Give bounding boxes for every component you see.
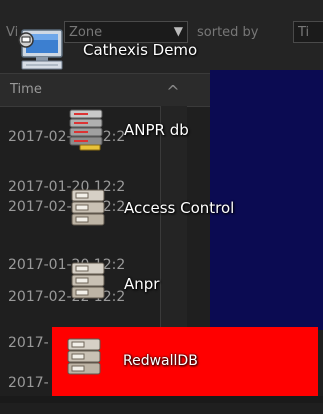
bottom-strip bbox=[0, 396, 323, 403]
time-column-header[interactable]: Time bbox=[10, 82, 42, 97]
menu-item-label: ANPR db bbox=[124, 121, 189, 139]
menu-item-label: RedwallDB bbox=[123, 353, 198, 369]
menu-item-anpr-db[interactable]: ANPR db bbox=[0, 108, 323, 151]
menu-item-label: Anpr bbox=[124, 275, 160, 293]
menu-item-cathexis-demo[interactable]: Cathexis Demo bbox=[0, 28, 323, 70]
database-server-icon bbox=[66, 108, 110, 156]
menu-item-anpr[interactable]: Anpr bbox=[0, 262, 323, 304]
scroll-up-icon[interactable]: ^ bbox=[160, 80, 186, 106]
computer-icon bbox=[16, 26, 68, 76]
menu-item-label: Cathexis Demo bbox=[83, 41, 198, 59]
menu-item-label: Access Control bbox=[124, 199, 235, 217]
menu-item-redwalldb[interactable]: RedwallDB bbox=[0, 338, 323, 380]
server-icon bbox=[66, 187, 110, 233]
server-icon bbox=[66, 260, 110, 306]
server-icon bbox=[62, 336, 106, 382]
menu-item-access-control[interactable]: Access Control bbox=[0, 187, 323, 227]
